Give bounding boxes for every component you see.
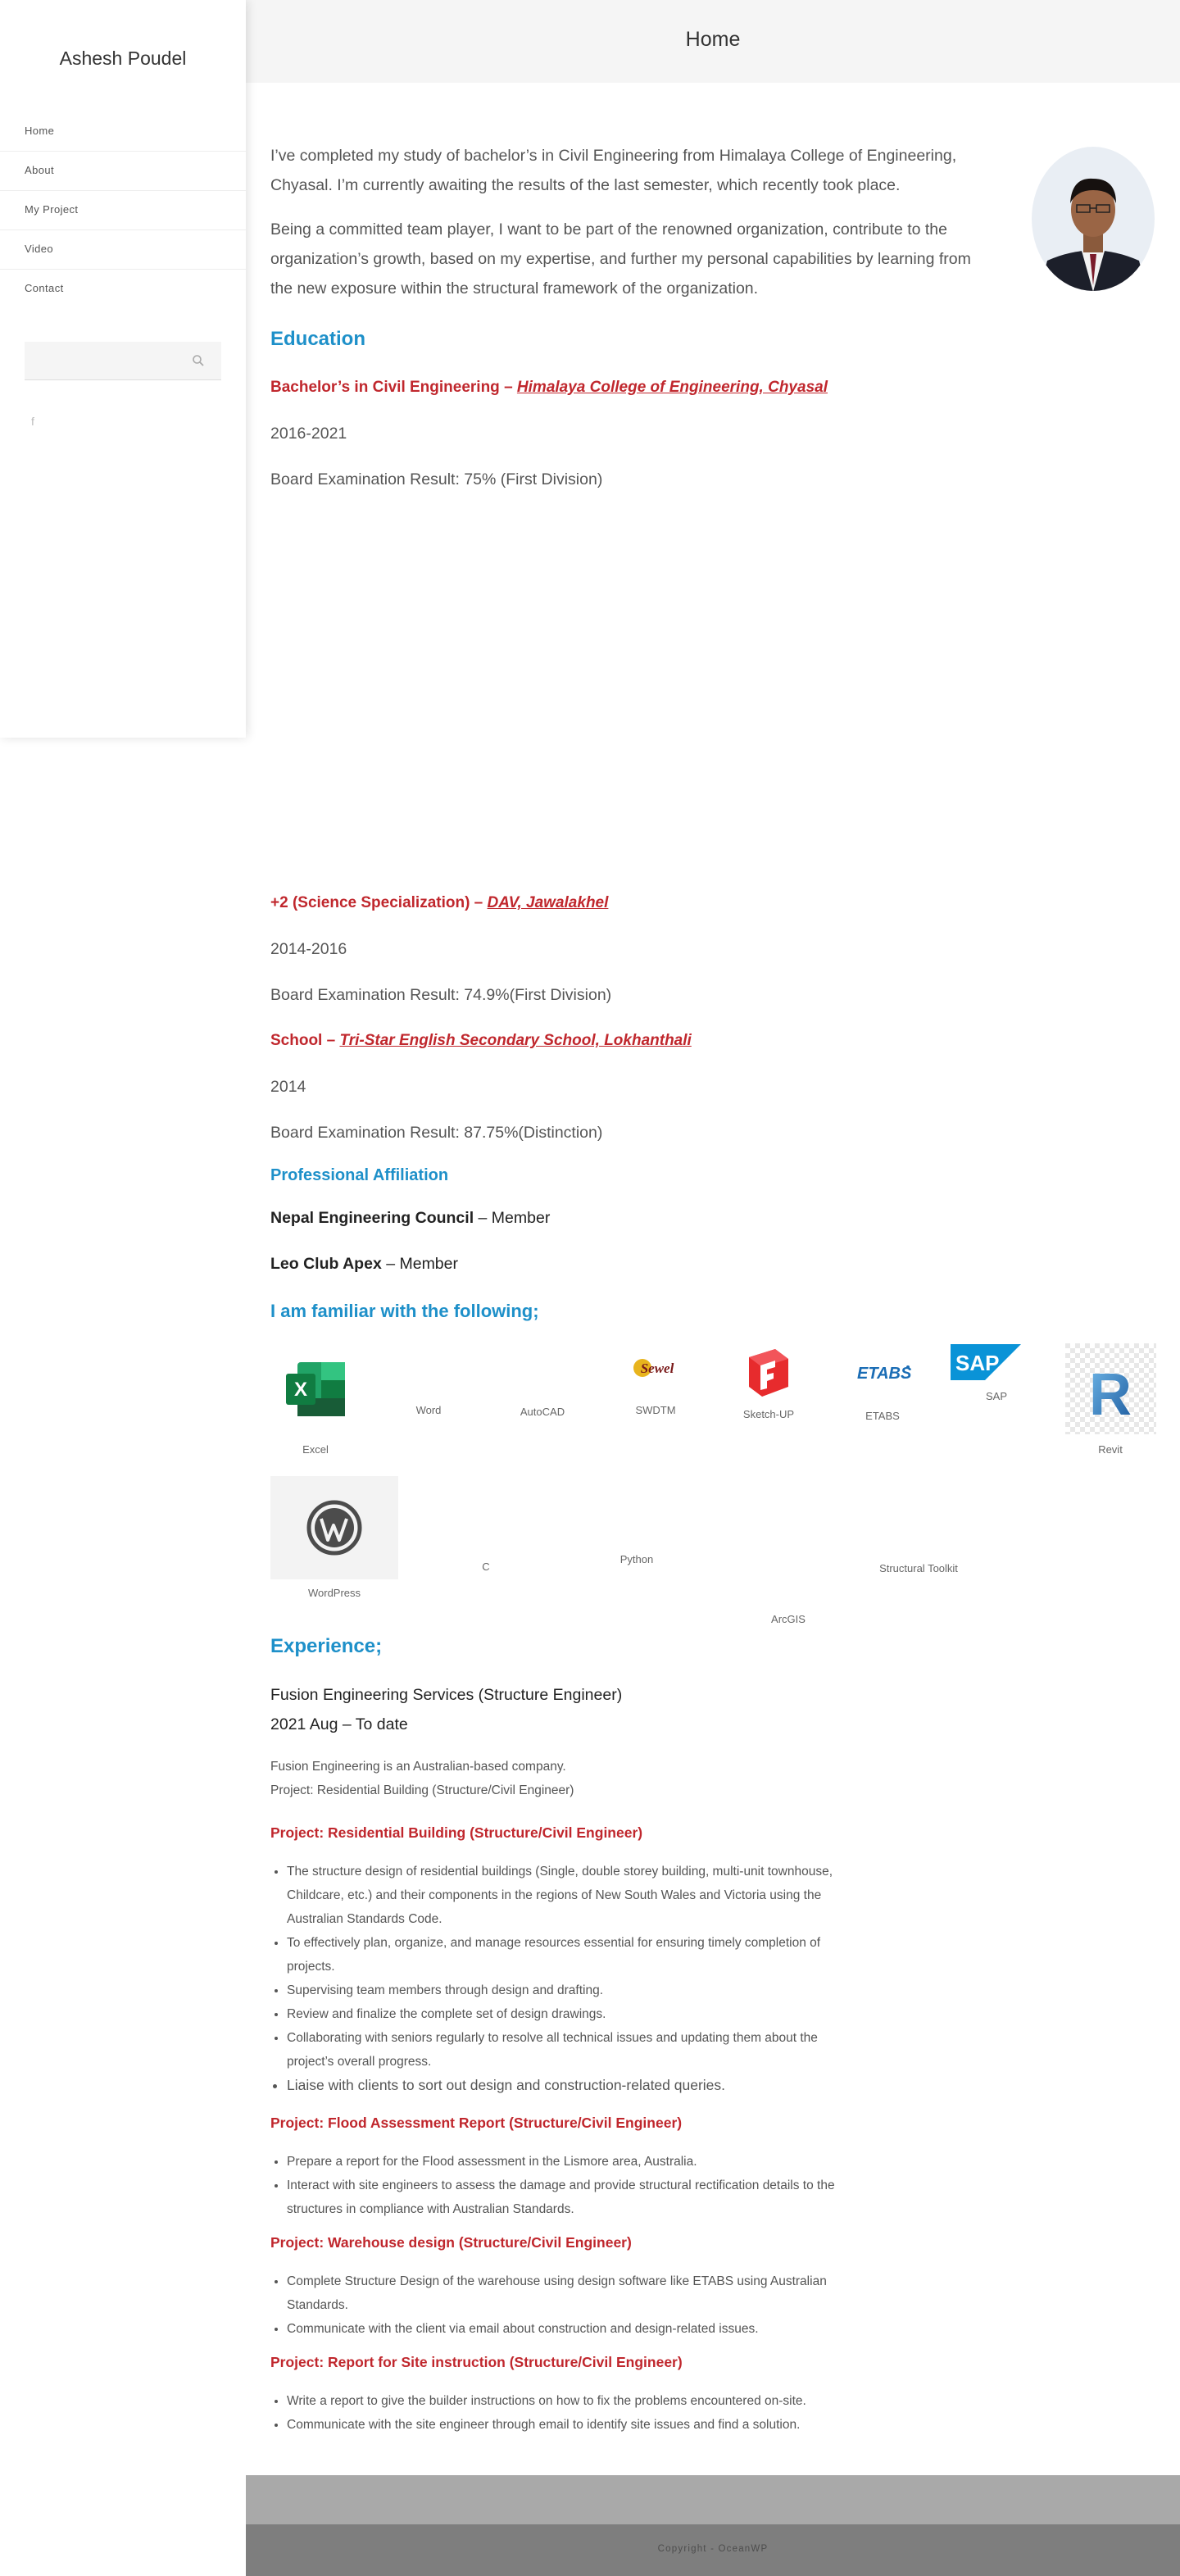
education-years: 2016-2021 [270, 425, 347, 443]
sap-logo-text: SAP [955, 1351, 999, 1375]
degree-label: Bachelor’s in Civil Engineering – [270, 379, 517, 396]
sap-logo-icon: SAP [951, 1344, 1021, 1380]
affiliation-role: – Member [474, 1209, 551, 1227]
sketchup-icon [749, 1349, 788, 1397]
experience-company: Fusion Engineering Services (Structure E… [270, 1686, 623, 1704]
education-result: Board Examination Result: 87.75%(Distinc… [270, 1124, 603, 1142]
swdtm-logo-icon: Sewel [633, 1359, 674, 1377]
nav-item-my-project[interactable]: My Project [0, 190, 246, 230]
list-item: Interact with site engineers to assess t… [287, 2174, 844, 2221]
project-bullets: Write a report to give the builder instr… [270, 2389, 844, 2437]
project-bullets: The structure design of residential buil… [270, 1860, 844, 2097]
tool-label-etabs: ETABS [865, 1410, 900, 1422]
nav-item-label[interactable]: Video [25, 229, 53, 269]
nav-item-home[interactable]: Home [0, 111, 246, 152]
revit-logo-letter: R [1089, 1362, 1132, 1428]
list-item: Communicate with the client via email ab… [287, 2317, 844, 2341]
facebook-icon[interactable]: f [31, 415, 34, 428]
education-years: 2014 [270, 1078, 306, 1096]
affiliation-org: Leo Club Apex [270, 1255, 382, 1273]
tool-label-revit: Revit [1098, 1443, 1123, 1456]
project-heading: Project: Residential Building (Structure… [270, 1824, 643, 1841]
nav-item-label[interactable]: My Project [25, 190, 78, 229]
nav-item-about[interactable]: About [0, 151, 246, 191]
affiliation-org: Nepal Engineering Council [270, 1209, 474, 1227]
education-result: Board Examination Result: 75% (First Div… [270, 470, 603, 488]
project-bullets: Complete Structure Design of the warehou… [270, 2269, 844, 2341]
list-item: To effectively plan, organize, and manag… [287, 1931, 844, 1979]
list-item: Review and finalize the complete set of … [287, 2002, 844, 2026]
list-item: Prepare a report for the Flood assessmen… [287, 2150, 844, 2174]
tool-label-python: Python [620, 1553, 654, 1565]
revit-icon: R [1065, 1343, 1156, 1434]
list-item: The structure design of residential buil… [287, 1860, 844, 1931]
project-heading: Project: Report for Site instruction (St… [270, 2354, 683, 2370]
list-item: Write a report to give the builder instr… [287, 2389, 844, 2413]
experience-heading: Experience; [270, 1635, 383, 1657]
tool-label-c: C [482, 1561, 490, 1573]
education-entry-title: Bachelor’s in Civil Engineering – Himala… [270, 379, 828, 397]
list-item: Communicate with the site engineer throu… [287, 2413, 844, 2437]
tool-label-sap: SAP [985, 1390, 1007, 1402]
list-item: Supervising team members through design … [287, 1979, 844, 2002]
education-years: 2014-2016 [270, 940, 347, 958]
tool-label-word: Word [415, 1404, 442, 1416]
degree-label: School – [270, 1032, 340, 1049]
site-title[interactable]: Ashesh Poudel [0, 48, 246, 70]
education-entry-title: School – Tri-Star English Secondary Scho… [270, 1032, 692, 1050]
list-item: Complete Structure Design of the warehou… [287, 2269, 844, 2317]
affiliation-role: – Member [381, 1255, 458, 1273]
college-link[interactable]: Himalaya College of Engineering, Chyasal [517, 379, 828, 396]
profile-photo [1032, 147, 1155, 291]
tool-label-excel: Excel [302, 1443, 329, 1456]
wordpress-icon [270, 1476, 398, 1579]
intro-paragraph-2: Being a committed team player, I want to… [270, 220, 971, 298]
list-item: Liaise with clients to sort out design a… [287, 2074, 844, 2097]
search-icon[interactable] [192, 354, 205, 367]
footer-widgets [246, 2475, 1180, 2524]
nav-item-label[interactable]: Contact [25, 269, 64, 308]
list-item: Collaborating with seniors regularly to … [287, 2026, 844, 2074]
project-heading: Project: Flood Assessment Report (Struct… [270, 2115, 683, 2131]
excel-icon: X [286, 1362, 345, 1416]
education-heading: Education [270, 328, 366, 350]
project-bullets: Prepare a report for the Flood assessmen… [270, 2150, 844, 2221]
excel-logo-letter: X [294, 1379, 307, 1401]
nav-item-label[interactable]: Home [25, 111, 54, 151]
nav-item-label[interactable]: About [25, 151, 54, 190]
tool-label-wordpress: WordPress [307, 1587, 361, 1599]
project-heading: Project: Warehouse design (Structure/Civ… [270, 2234, 632, 2251]
etabs-logo-icon: ETABS [857, 1365, 912, 1383]
tool-label-autocad: AutoCAD [520, 1406, 565, 1418]
intro-paragraph-1: I’ve completed my study of bachelor’s in… [270, 147, 957, 194]
tools-heading: I am familiar with the following; [270, 1301, 539, 1321]
etabs-logo-text: ETABS [857, 1365, 912, 1383]
page-title: Home [685, 28, 741, 51]
experience-description: Fusion Engineering is an Australian-base… [270, 1760, 566, 1774]
college-link[interactable]: DAV, Jawalakhel [488, 894, 609, 911]
tool-label-sketchup: Sketch-UP [742, 1408, 795, 1420]
tool-label-swdtm: SWDTM [635, 1404, 676, 1416]
tool-label-structural-toolkit: Structural Toolkit [879, 1562, 958, 1574]
footer-copyright: Copyright - OceanWP [657, 2544, 769, 2554]
swdtm-logo-text: Sewel [641, 1361, 674, 1376]
affiliation-item: Nepal Engineering Council – Member [270, 1209, 550, 1228]
affiliation-heading: Professional Affiliation [270, 1166, 449, 1184]
experience-dates: 2021 Aug – To date [270, 1715, 408, 1733]
education-entry-title: +2 (Science Specialization) – DAV, Jawal… [270, 894, 608, 912]
degree-label: +2 (Science Specialization) – [270, 894, 488, 911]
sidebar: Ashesh Poudel Home About My Project Vide… [0, 0, 246, 738]
tool-label-arcgis: ArcGIS [771, 1613, 806, 1625]
nav-item-video[interactable]: Video [0, 229, 246, 270]
affiliation-item: Leo Club Apex – Member [270, 1255, 458, 1274]
experience-description: Project: Residential Building (Structure… [270, 1783, 574, 1797]
education-result: Board Examination Result: 74.9%(First Di… [270, 986, 612, 1004]
nav-item-contact[interactable]: Contact [0, 269, 246, 308]
college-link[interactable]: Tri-Star English Secondary School, Lokha… [339, 1032, 691, 1049]
